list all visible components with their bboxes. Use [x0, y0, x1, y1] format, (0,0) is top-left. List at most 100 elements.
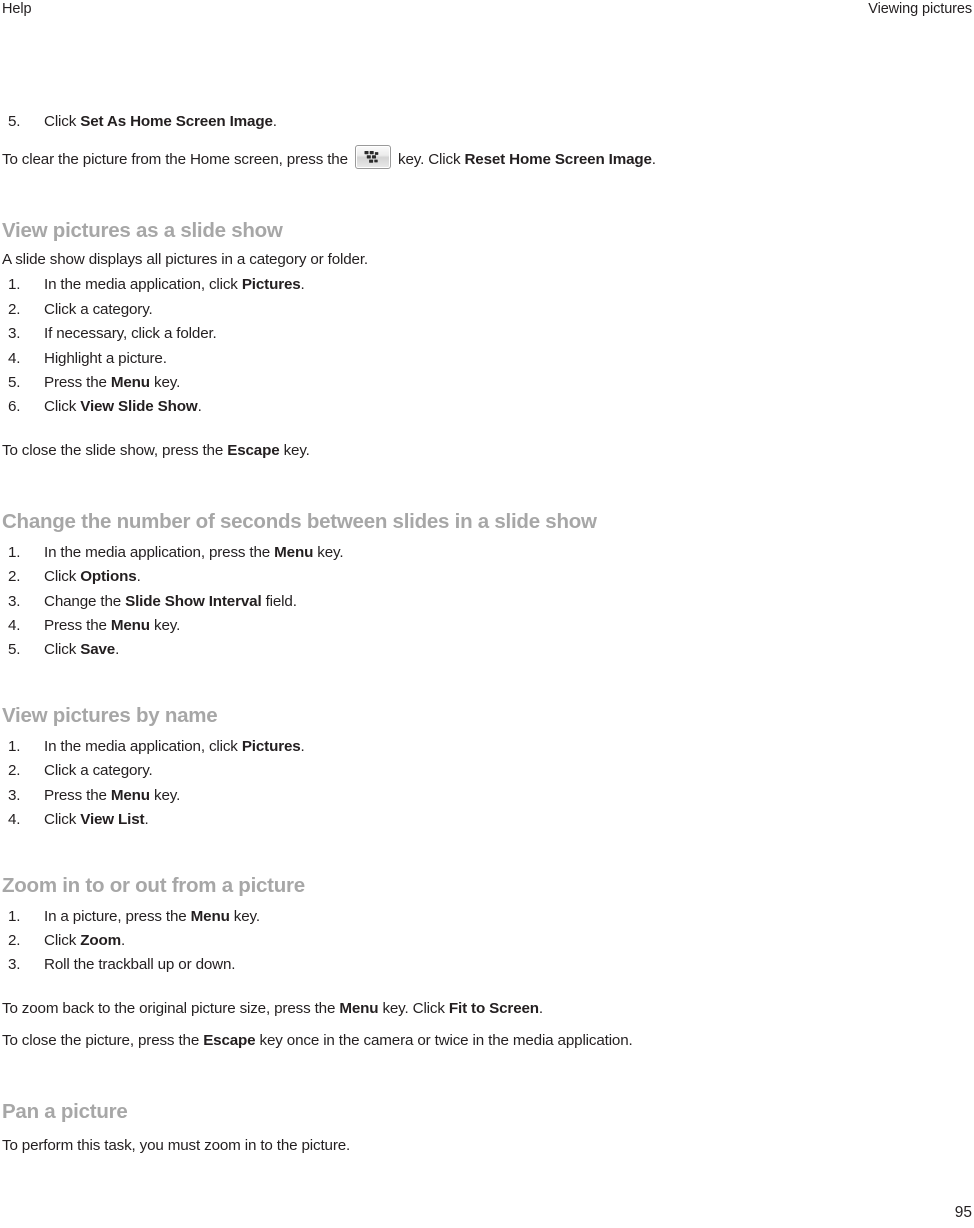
- note-bold-term: Escape: [227, 441, 280, 459]
- step-text-post: key.: [229, 907, 260, 925]
- document-page: Help Viewing pictures Click Set As Home …: [0, 0, 974, 1228]
- list-item: Click View Slide Show.: [2, 395, 902, 420]
- list-item: Click Zoom.: [2, 929, 902, 954]
- paragraph-text-part1: To clear the picture from the Home scree…: [2, 151, 352, 169]
- header-book-title: Help: [2, 1, 32, 17]
- list-item: If necessary, click a folder.: [2, 322, 902, 347]
- note-text-pre: To close the slide show, press the: [2, 441, 228, 459]
- step-text-pre: In the media application, click: [44, 276, 242, 294]
- step-text-pre: In a picture, press the: [44, 907, 191, 925]
- step-list-view-by-name: In the media application, click Pictures…: [2, 735, 902, 833]
- step-bold-term: Menu: [190, 907, 230, 925]
- paragraph-text-part2: key. Click: [393, 151, 465, 169]
- step-bold-term: Zoom: [80, 931, 121, 949]
- section-heading-slide-interval: Change the number of seconds between sli…: [2, 509, 597, 533]
- step-text-pre: Click: [44, 641, 81, 659]
- paragraph-text-part3: .: [651, 151, 656, 169]
- step-bold-term: Menu: [110, 617, 150, 635]
- section-note-text: To close the picture, press the Escape k…: [2, 1030, 902, 1051]
- step-text-before: Click: [44, 113, 81, 130]
- step-text-pre: Click: [44, 811, 81, 829]
- step-text-pre: In the media application, click: [44, 737, 242, 755]
- note-bold-term-2: Fit to Screen: [448, 999, 539, 1017]
- step-bold-term: Save: [80, 641, 116, 659]
- step-bold-term: Options: [80, 568, 137, 586]
- step-text-pre: Click a category.: [44, 762, 153, 780]
- step-bold-term: View Slide Show: [80, 398, 198, 416]
- step-text-post: .: [115, 641, 120, 659]
- note-text-pre: To close the picture, press the: [2, 1031, 204, 1049]
- step-text-post: .: [136, 568, 141, 586]
- step-bold-term: Menu: [110, 374, 150, 392]
- list-item: Highlight a picture.: [2, 347, 902, 372]
- list-item: Press the Menu key.: [2, 784, 902, 809]
- step-text-pre: Press the: [44, 617, 111, 635]
- list-item: Click a category.: [2, 298, 902, 323]
- step-bold-term: Menu: [110, 786, 150, 804]
- step-text-pre: Roll the trackball up or down.: [44, 956, 236, 974]
- section-heading-view-slide-show: View pictures as a slide show: [2, 219, 283, 243]
- header-chapter-title: Viewing pictures: [868, 1, 972, 17]
- list-item: In the media application, press the Menu…: [2, 541, 902, 566]
- step-text-pre: In the media application, press the: [44, 543, 275, 561]
- note-text-pre: To zoom back to the original picture siz…: [2, 999, 340, 1017]
- step-list-zoom-picture: In a picture, press the Menu key. Click …: [2, 905, 902, 979]
- step-text-after: .: [272, 113, 277, 130]
- step-text-pre: Press the: [44, 786, 111, 804]
- step-text-pre: Change the: [44, 592, 126, 610]
- list-item: Click a category.: [2, 759, 902, 784]
- step-text-post: .: [120, 931, 126, 949]
- note-text-post: key once in the camera or twice in the m…: [255, 1031, 633, 1049]
- step-text-pre: Click: [44, 568, 81, 586]
- step-list-view-slide-show: In the media application, click Pictures…: [2, 273, 902, 420]
- step-text-post: .: [144, 811, 149, 829]
- step-text-pre: Click: [44, 931, 81, 949]
- step-text-post: key.: [313, 543, 344, 561]
- step-bold-term: Slide Show Interval: [125, 592, 262, 610]
- page-content: Click Set As Home Screen Image. To clear…: [2, 110, 902, 1156]
- step-bold-term: Pictures: [241, 737, 301, 755]
- note-text-post: key. Click: [378, 999, 449, 1017]
- step-bold-term: Menu: [274, 543, 314, 561]
- list-item: Click Options.: [2, 565, 902, 590]
- carryover-paragraph: To clear the picture from the Home scree…: [2, 145, 902, 170]
- note-text-post-2: .: [538, 999, 543, 1017]
- section-note-text: To zoom back to the original picture siz…: [2, 998, 902, 1019]
- running-header: Help Viewing pictures: [0, 0, 974, 24]
- list-item: In a picture, press the Menu key.: [2, 905, 902, 930]
- step-bold-term: Set As Home Screen Image: [80, 113, 273, 130]
- section-heading-view-by-name: View pictures by name: [2, 703, 218, 727]
- section-heading-pan-picture: Pan a picture: [2, 1099, 128, 1123]
- step-list-slide-interval: In the media application, press the Menu…: [2, 541, 902, 663]
- step-text-post: field.: [261, 592, 297, 610]
- step-text-post: key.: [149, 617, 181, 635]
- list-item: Roll the trackball up or down.: [2, 953, 902, 978]
- section-heading-zoom-picture: Zoom in to or out from a picture: [2, 873, 305, 897]
- list-item: Click Set As Home Screen Image.: [2, 110, 902, 135]
- step-text-post: .: [300, 276, 305, 294]
- list-item: In the media application, click Pictures…: [2, 735, 902, 760]
- list-item: Click View List.: [2, 808, 902, 833]
- step-text-pre: Highlight a picture.: [44, 349, 167, 367]
- section-note-text: To close the slide show, press the Escap…: [2, 440, 902, 461]
- note-bold-term: Escape: [203, 1031, 256, 1049]
- note-bold-term: Menu: [339, 999, 379, 1017]
- list-item: Press the Menu key.: [2, 614, 902, 639]
- step-text-pre: Click a category.: [44, 300, 153, 318]
- step-text-pre: Click: [44, 398, 81, 416]
- step-text-post: .: [300, 737, 305, 755]
- note-text-pre: To perform this task, you must zoom in t…: [2, 1136, 351, 1154]
- step-bold-term: View List: [80, 811, 145, 829]
- section-intro-text: A slide show displays all pictures in a …: [2, 251, 368, 269]
- list-item: In the media application, click Pictures…: [2, 273, 902, 298]
- step-bold-term: Pictures: [241, 276, 301, 294]
- list-item: Press the Menu key.: [2, 371, 902, 396]
